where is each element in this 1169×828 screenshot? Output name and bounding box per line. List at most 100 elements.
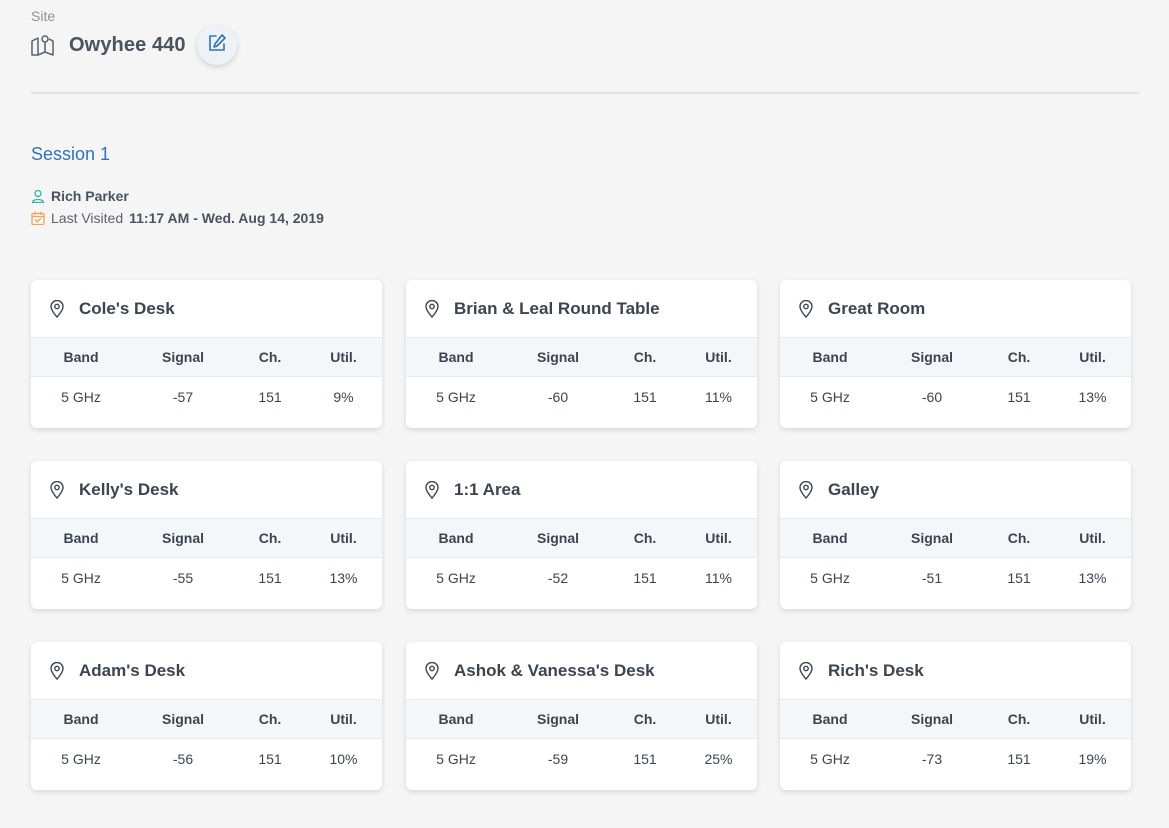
table-header: Band Signal Ch. Util.	[780, 699, 1131, 739]
header-signal: Signal	[536, 349, 579, 365]
header-band: Band	[438, 349, 474, 365]
table-row: 5 GHz -57 151 9%	[31, 377, 382, 417]
channel-value: 151	[1007, 389, 1031, 405]
edit-icon	[207, 33, 227, 58]
location-card[interactable]: Rich's Desk Band Signal Ch. Util. 5 GHz …	[780, 642, 1131, 790]
table-row: 5 GHz -59 151 25%	[406, 739, 757, 779]
calendar-icon	[31, 211, 45, 225]
location-card[interactable]: Adam's Desk Band Signal Ch. Util. 5 GHz …	[31, 642, 382, 790]
header-channel: Ch.	[258, 349, 282, 365]
location-name: Galley	[828, 479, 880, 499]
util-value: 10%	[329, 751, 358, 767]
location-pin-icon	[799, 661, 815, 680]
card-header: Adam's Desk	[31, 642, 382, 699]
table-row: 5 GHz -73 151 19%	[780, 739, 1131, 779]
header-signal: Signal	[161, 349, 204, 365]
card-header: Kelly's Desk	[31, 461, 382, 518]
location-pin-icon	[50, 480, 66, 499]
card-header: Ashok & Vanessa's Desk	[406, 642, 757, 699]
channel-value: 151	[633, 389, 657, 405]
user-name: Rich Parker	[51, 188, 129, 204]
location-pin-icon	[799, 480, 815, 499]
channel-value: 151	[258, 570, 282, 586]
header-signal: Signal	[910, 530, 953, 546]
header-signal: Signal	[910, 349, 953, 365]
location-pin-icon	[50, 661, 66, 680]
header-divider	[31, 92, 1139, 94]
table-header: Band Signal Ch. Util.	[31, 518, 382, 558]
util-value: 11%	[705, 389, 732, 405]
header-band: Band	[812, 530, 848, 546]
header-band: Band	[812, 711, 848, 727]
card-header: Galley	[780, 461, 1131, 518]
location-pin-icon	[425, 480, 441, 499]
signal-value: -57	[172, 389, 194, 405]
table-header: Band Signal Ch. Util.	[406, 518, 757, 558]
table-header: Band Signal Ch. Util.	[406, 337, 757, 377]
last-visited-value: 11:17 AM - Wed. Aug 14, 2019	[129, 210, 324, 226]
signal-value: -60	[547, 389, 569, 405]
header-signal: Signal	[910, 711, 953, 727]
location-card[interactable]: Cole's Desk Band Signal Ch. Util. 5 GHz …	[31, 280, 382, 428]
channel-value: 151	[258, 751, 282, 767]
header-util: Util.	[1079, 530, 1106, 546]
header-util: Util.	[330, 711, 357, 727]
band-value: 5 GHz	[810, 751, 850, 767]
util-value: 11%	[705, 570, 732, 586]
header-util: Util.	[705, 530, 732, 546]
signal-value: -73	[921, 751, 943, 767]
util-value: 25%	[704, 751, 733, 767]
location-card[interactable]: 1:1 Area Band Signal Ch. Util. 5 GHz -52…	[406, 461, 757, 609]
signal-value: -55	[172, 570, 194, 586]
card-header: Brian & Leal Round Table	[406, 280, 757, 337]
header-channel: Ch.	[258, 711, 282, 727]
channel-value: 151	[633, 570, 657, 586]
header-band: Band	[63, 349, 99, 365]
header-channel: Ch.	[258, 530, 282, 546]
util-value: 9%	[333, 389, 354, 405]
channel-value: 151	[258, 389, 282, 405]
band-value: 5 GHz	[436, 570, 476, 586]
band-value: 5 GHz	[61, 751, 101, 767]
util-value: 19%	[1078, 751, 1107, 767]
header-util: Util.	[705, 349, 732, 365]
header-band: Band	[63, 711, 99, 727]
edit-site-button[interactable]	[196, 25, 237, 65]
location-card[interactable]: Ashok & Vanessa's Desk Band Signal Ch. U…	[406, 642, 757, 790]
session-title[interactable]: Session 1	[31, 144, 110, 165]
channel-value: 151	[633, 751, 657, 767]
location-pin-icon	[425, 299, 441, 318]
session-user: Rich Parker	[31, 188, 129, 204]
location-name: Rich's Desk	[828, 660, 924, 680]
location-pin-icon	[425, 661, 441, 680]
util-value: 13%	[1078, 389, 1107, 405]
band-value: 5 GHz	[810, 570, 850, 586]
card-header: Cole's Desk	[31, 280, 382, 337]
location-card[interactable]: Galley Band Signal Ch. Util. 5 GHz -51 1…	[780, 461, 1131, 609]
band-value: 5 GHz	[61, 389, 101, 405]
card-header: 1:1 Area	[406, 461, 757, 518]
site-header: Owyhee 440	[31, 25, 237, 65]
location-pin-icon	[50, 299, 66, 318]
location-pin-icon	[799, 299, 815, 318]
table-header: Band Signal Ch. Util.	[406, 699, 757, 739]
map-icon	[31, 33, 55, 57]
location-card[interactable]: Great Room Band Signal Ch. Util. 5 GHz -…	[780, 280, 1131, 428]
location-card[interactable]: Brian & Leal Round Table Band Signal Ch.…	[406, 280, 757, 428]
table-row: 5 GHz -60 151 11%	[406, 377, 757, 417]
table-row: 5 GHz -51 151 13%	[780, 558, 1131, 598]
band-value: 5 GHz	[810, 389, 850, 405]
util-value: 13%	[1078, 570, 1107, 586]
signal-value: -52	[547, 570, 569, 586]
header-channel: Ch.	[633, 530, 657, 546]
band-value: 5 GHz	[436, 389, 476, 405]
band-value: 5 GHz	[61, 570, 101, 586]
location-card[interactable]: Kelly's Desk Band Signal Ch. Util. 5 GHz…	[31, 461, 382, 609]
table-header: Band Signal Ch. Util.	[780, 337, 1131, 377]
last-visited-label: Last Visited	[51, 210, 124, 226]
table-row: 5 GHz -60 151 13%	[780, 377, 1131, 417]
page: Site Owyhee 440 Session 1 Rich Parker La…	[0, 0, 1169, 828]
location-name: Adam's Desk	[79, 660, 186, 680]
header-channel: Ch.	[1007, 530, 1031, 546]
signal-value: -59	[547, 751, 569, 767]
